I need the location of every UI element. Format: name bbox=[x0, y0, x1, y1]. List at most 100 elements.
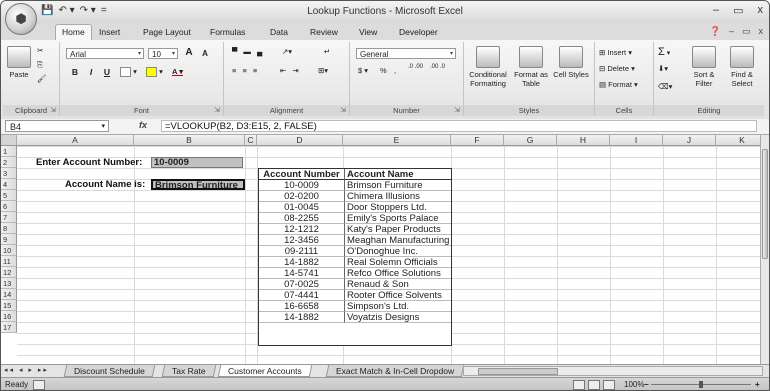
table-cell-account-name[interactable]: Voyatzis Designs bbox=[345, 312, 451, 323]
column-header-k[interactable]: K bbox=[716, 135, 761, 146]
paste-button[interactable]: Paste bbox=[7, 46, 31, 79]
minimize-icon[interactable]: – bbox=[713, 4, 719, 17]
format-cells-button[interactable]: ▤ Format ▾ bbox=[599, 80, 638, 89]
fill-icon[interactable]: ⬇▾ bbox=[658, 64, 668, 73]
row-header[interactable]: 17 bbox=[1, 322, 17, 333]
table-cell-account-name[interactable]: Katy's Paper Products bbox=[345, 224, 451, 235]
table-cell-account-name[interactable]: Emily's Sports Palace bbox=[345, 213, 451, 224]
percent-button[interactable]: % bbox=[380, 66, 387, 75]
zoom-slider-knob[interactable] bbox=[699, 381, 703, 388]
vertical-scroll-thumb[interactable] bbox=[762, 149, 768, 259]
macro-record-icon[interactable] bbox=[33, 380, 45, 390]
row-header[interactable]: 8 bbox=[1, 223, 17, 234]
table-cell-account-name[interactable]: Meaghan Manufacturing bbox=[345, 235, 451, 246]
font-color-icon[interactable]: A ▾ bbox=[172, 67, 183, 76]
table-cell-account-number[interactable]: 08-2255 bbox=[259, 213, 345, 224]
account-name-result-cell[interactable]: Brimson Furniture bbox=[151, 179, 245, 191]
row-header[interactable]: 11 bbox=[1, 256, 17, 267]
row-header[interactable]: 12 bbox=[1, 267, 17, 278]
table-cell-account-number[interactable]: 02-0200 bbox=[259, 191, 345, 202]
table-cell-account-name[interactable]: Renaud & Son bbox=[345, 279, 451, 290]
insert-function-icon[interactable]: fx bbox=[139, 120, 147, 130]
row-header[interactable]: 10 bbox=[1, 245, 17, 256]
cut-icon[interactable]: ✂ bbox=[37, 46, 43, 55]
column-header-d[interactable]: D bbox=[257, 135, 343, 146]
sheet-nav-buttons[interactable]: ◂◂ ◂ ▸ ▸▸ bbox=[4, 366, 49, 374]
row-header[interactable]: 16 bbox=[1, 311, 17, 322]
row-header[interactable]: 7 bbox=[1, 212, 17, 223]
grow-font-button[interactable]: A bbox=[182, 47, 196, 59]
bold-button[interactable]: B bbox=[68, 66, 82, 78]
copy-icon[interactable]: ⎘ bbox=[37, 60, 43, 70]
close-icon[interactable]: x bbox=[758, 4, 764, 17]
column-header-g[interactable]: G bbox=[504, 135, 557, 146]
column-header-i[interactable]: I bbox=[610, 135, 663, 146]
table-cell-account-name[interactable]: Brimson Furniture bbox=[345, 180, 451, 191]
horizontal-align-icons[interactable]: ≡ ≡ ≡ bbox=[232, 66, 259, 75]
merge-center-icon[interactable]: ⊞▾ bbox=[318, 66, 328, 75]
column-header-f[interactable]: F bbox=[451, 135, 504, 146]
name-box[interactable]: B4 ▾ bbox=[5, 120, 109, 132]
column-header-a[interactable]: A bbox=[17, 135, 134, 146]
workbook-restore-icon[interactable]: ▭ bbox=[742, 26, 751, 37]
underline-button[interactable]: U bbox=[100, 66, 114, 78]
row-header[interactable]: 6 bbox=[1, 201, 17, 212]
table-cell-account-name[interactable]: Simpson's Ltd. bbox=[345, 301, 451, 312]
row-header[interactable]: 15 bbox=[1, 300, 17, 311]
column-header-b[interactable]: B bbox=[134, 135, 245, 146]
zoom-level[interactable]: 100% bbox=[624, 378, 644, 390]
number-format-combo[interactable]: General ▾ bbox=[356, 48, 456, 59]
format-painter-icon[interactable]: 🖌 bbox=[37, 74, 47, 83]
font-name-combo[interactable]: Arial ▾ bbox=[66, 48, 144, 59]
vertical-scrollbar[interactable] bbox=[760, 135, 769, 364]
row-header[interactable]: 1 bbox=[1, 146, 17, 157]
row-header[interactable]: 9 bbox=[1, 234, 17, 245]
table-cell-account-name[interactable]: Real Solemn Officials bbox=[345, 257, 451, 268]
column-header-h[interactable]: H bbox=[557, 135, 610, 146]
table-cell-account-number[interactable]: 12-1212 bbox=[259, 224, 345, 235]
fill-color-icon[interactable]: ▾ bbox=[146, 67, 163, 78]
zoom-out-button[interactable]: − bbox=[644, 378, 649, 390]
delete-cells-button[interactable]: ⊟ Delete ▾ bbox=[599, 64, 635, 73]
formula-input[interactable]: =VLOOKUP(B2, D3:E15, 2, FALSE) bbox=[161, 120, 757, 132]
table-cell-account-number[interactable]: 07-0025 bbox=[259, 279, 345, 290]
table-cell-account-number[interactable]: 14-5741 bbox=[259, 268, 345, 279]
workbook-close-icon[interactable]: x bbox=[759, 26, 764, 37]
table-cell-account-name[interactable]: Chimera Illusions bbox=[345, 191, 451, 202]
sheet-tab-tax-rate[interactable]: Tax Rate bbox=[161, 365, 216, 377]
increase-decimal-button[interactable]: .0 .00 bbox=[408, 64, 424, 71]
table-cell-account-name[interactable]: O'Donoghue Inc. bbox=[345, 246, 451, 257]
comma-button[interactable]: , bbox=[394, 66, 396, 75]
indent-icons[interactable]: ⇤ ⇥ bbox=[280, 66, 301, 75]
sheet-tab-customer-accounts[interactable]: Customer Accounts bbox=[217, 365, 312, 377]
sort-filter-button[interactable]: Sort & Filter bbox=[686, 46, 722, 88]
conditional-formatting-button[interactable]: Conditional Formatting bbox=[466, 46, 510, 88]
table-cell-account-number[interactable]: 01-0045 bbox=[259, 202, 345, 213]
row-header[interactable]: 4 bbox=[1, 179, 17, 190]
orientation-icon[interactable]: ↗▾ bbox=[282, 47, 292, 56]
page-layout-view-icon[interactable] bbox=[588, 380, 600, 390]
table-cell-account-number[interactable]: 14-1882 bbox=[259, 312, 345, 323]
tab-insert[interactable]: Insert bbox=[93, 25, 126, 39]
table-cell-account-number[interactable]: 09-2111 bbox=[259, 246, 345, 257]
column-header-e[interactable]: E bbox=[343, 135, 451, 146]
horizontal-scroll-thumb[interactable] bbox=[478, 368, 558, 375]
font-size-combo[interactable]: 10 ▾ bbox=[148, 48, 178, 59]
table-cell-account-number[interactable]: 10-0009 bbox=[259, 180, 345, 191]
row-header[interactable]: 3 bbox=[1, 168, 17, 179]
currency-button[interactable]: $ ▾ bbox=[358, 66, 368, 75]
column-header-c[interactable]: C bbox=[245, 135, 257, 146]
account-number-input[interactable]: 10-0009 bbox=[151, 157, 243, 168]
tab-formulas[interactable]: Formulas bbox=[204, 25, 251, 39]
tab-view[interactable]: View bbox=[353, 25, 383, 39]
italic-button[interactable]: I bbox=[84, 66, 98, 78]
dialog-launcher-icon[interactable]: ⇲ bbox=[50, 105, 56, 116]
help-icon[interactable]: ❓ bbox=[710, 26, 721, 37]
tab-page-layout[interactable]: Page Layout bbox=[137, 25, 197, 39]
table-cell-account-number[interactable]: 14-1882 bbox=[259, 257, 345, 268]
wrap-text-icon[interactable]: ↵ bbox=[324, 47, 330, 56]
vertical-align-icons[interactable]: ▀ ▬ ▄ bbox=[232, 47, 264, 56]
tab-review[interactable]: Review bbox=[304, 25, 344, 39]
format-as-table-button[interactable]: Format as Table bbox=[512, 46, 550, 88]
table-cell-account-name[interactable]: Refco Office Solutions bbox=[345, 268, 451, 279]
